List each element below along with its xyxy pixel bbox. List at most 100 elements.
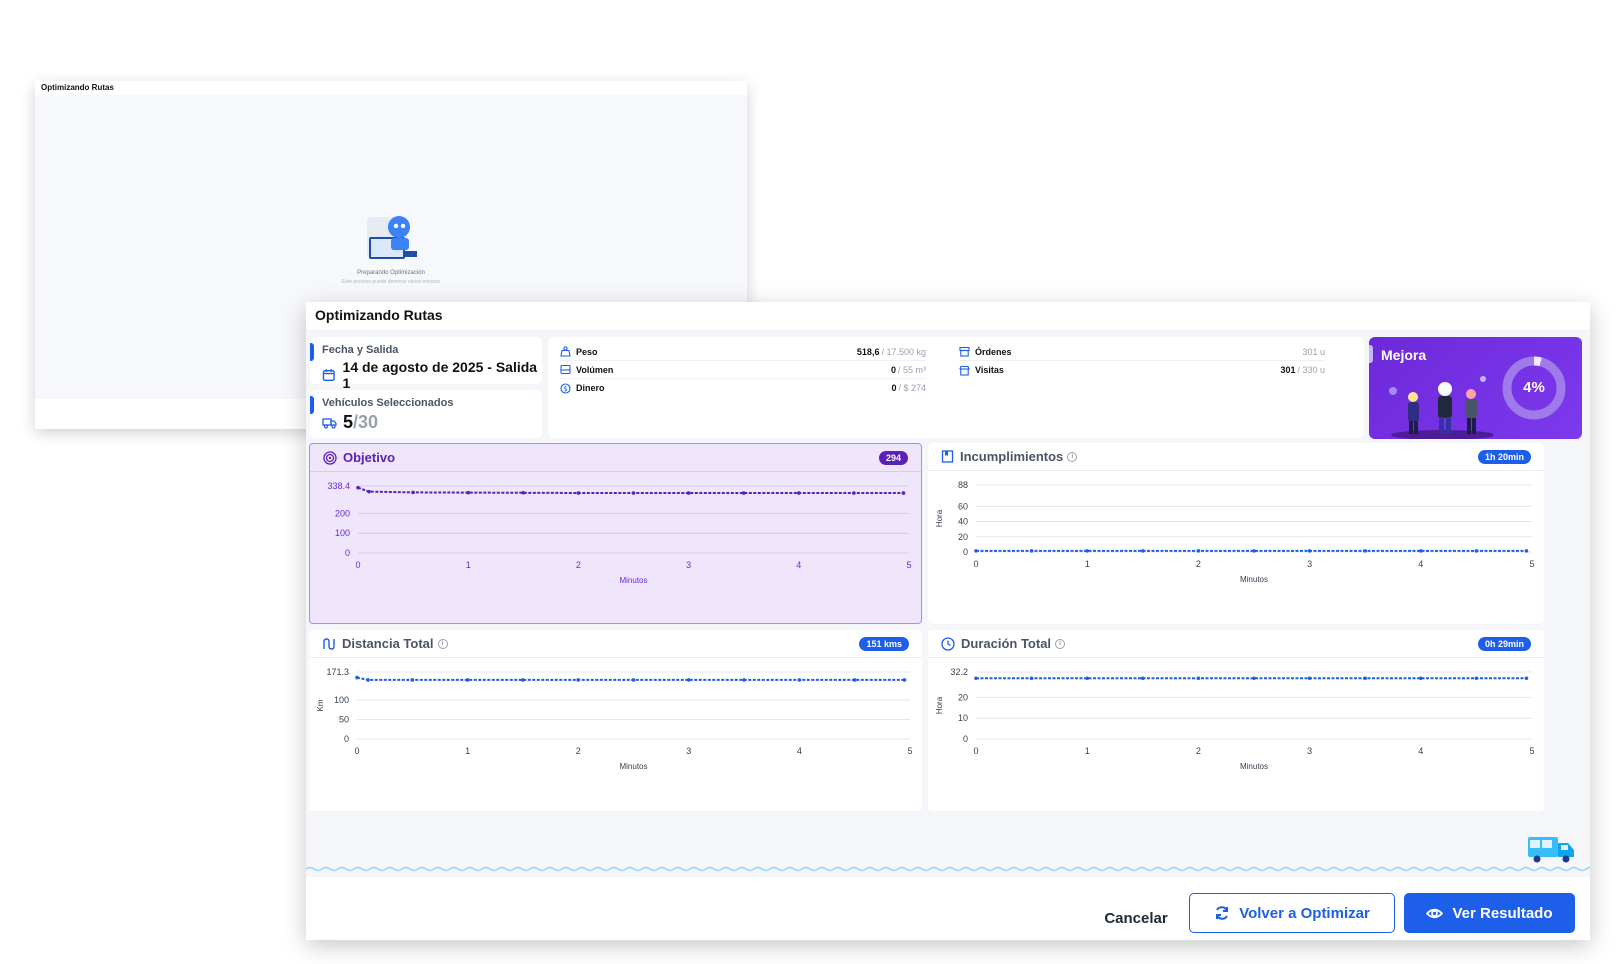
x-tick-label: 1 — [465, 746, 470, 756]
chart-distancia-header: Distancia Total i 151 kms — [309, 630, 922, 658]
y-tick-label: 10 — [958, 713, 968, 723]
data-point — [1252, 549, 1256, 553]
metric-peso: Peso 518,6 / 17.500 kg — [560, 343, 926, 361]
x-tick-label: 2 — [1196, 746, 1201, 756]
data-point — [797, 678, 802, 682]
x-tick-label: 3 — [1307, 746, 1312, 756]
data-point — [631, 678, 636, 682]
x-tick-label: 1 — [1085, 559, 1090, 569]
y-tick-label: 338.4 — [327, 481, 350, 491]
x-tick-label: 4 — [797, 746, 802, 756]
metric-volumen-name: Volúmen — [576, 364, 614, 375]
y-tick-label: 88 — [958, 480, 968, 490]
data-point — [1196, 549, 1201, 553]
volume-icon — [560, 364, 571, 375]
date-value: 14 de agosto de 2025 - Salida 1 — [342, 359, 538, 391]
calendar-icon — [322, 369, 335, 381]
data-point — [366, 678, 370, 682]
vehicles-total: /30 — [353, 412, 379, 432]
metric-dinero-name: Dinero — [576, 383, 605, 393]
metric-peso-name: Peso — [576, 346, 598, 357]
metric-volumen: Volúmen 0 / 55 m³ — [560, 361, 926, 379]
data-point — [1524, 676, 1529, 681]
x-tick-label: 2 — [1196, 559, 1201, 569]
y-tick-label: 171.3 — [326, 667, 349, 677]
delivery-truck-icon — [1528, 837, 1574, 863]
target-icon — [323, 450, 337, 465]
eye-icon — [1426, 908, 1444, 918]
y-axis-label: Km — [316, 699, 325, 711]
improvement-accent — [1369, 345, 1373, 363]
bookmark-icon — [941, 450, 954, 463]
metrics-right-column: Órdenes 301 u Visitas 301 / 330 u — [959, 343, 1325, 379]
y-tick-label: 50 — [339, 714, 349, 724]
team-illustration-icon — [1389, 376, 1493, 439]
view-result-button[interactable]: Ver Resultado — [1404, 893, 1575, 933]
data-point — [797, 491, 801, 495]
capacity-metrics-card: Peso 518,6 / 17.500 kg Volúmen 0 / 55 m³… — [548, 337, 1364, 438]
y-tick-label: 40 — [958, 517, 968, 527]
x-tick-label: 0 — [354, 746, 359, 756]
store-icon — [959, 365, 970, 376]
metrics-left-column: Peso 518,6 / 17.500 kg Volúmen 0 / 55 m³… — [560, 343, 926, 397]
x-tick-label: 0 — [973, 746, 978, 756]
improvement-value: 4% — [1523, 379, 1545, 396]
progress-wave — [306, 837, 1590, 872]
dialog-title: Optimizando Rutas — [306, 302, 1590, 331]
x-tick-label: 5 — [906, 560, 911, 570]
y-tick-label: 20 — [958, 692, 968, 702]
chart-distancia-badge: 151 kms — [859, 636, 909, 651]
chart-objetivo-title: Objetivo — [343, 450, 396, 465]
x-axis-label: Minutos — [619, 762, 647, 771]
metric-dinero: $ Dinero 0 / $ 274 — [560, 379, 926, 397]
metric-visitas-value: 301 — [1280, 365, 1296, 375]
x-axis-label: Minutos — [1240, 762, 1268, 771]
data-point — [1363, 549, 1367, 553]
data-point — [1307, 676, 1312, 681]
data-point — [521, 678, 525, 682]
x-tick-label: 3 — [686, 746, 691, 756]
weight-icon — [560, 346, 571, 357]
chart-duracion-title: Duración Total — [961, 636, 1052, 651]
data-point — [521, 491, 526, 495]
data-point — [852, 491, 856, 495]
route-icon — [323, 637, 335, 650]
info-icon[interactable]: i — [1055, 638, 1066, 649]
chart-incumplimientos-plot: 88 60 40 20 00 1 2 3 4 5 Minutos Hora — [935, 480, 1535, 584]
data-point — [1419, 676, 1423, 681]
chart-incumplimientos: Incumplimientos i 1h 20min 88 60 40 20 0 0 1 2 3… — [928, 443, 1544, 624]
data-point — [631, 491, 636, 495]
refresh-icon — [1216, 906, 1229, 920]
data-point — [902, 678, 907, 682]
x-tick-label: 4 — [1418, 559, 1423, 569]
reoptimize-button[interactable]: Volver a Optimizar — [1189, 893, 1395, 933]
x-tick-label: 5 — [1529, 746, 1534, 756]
data-point — [1363, 676, 1367, 681]
y-tick-label: 60 — [958, 501, 968, 511]
data-point — [576, 491, 581, 495]
y-tick-label: 100 — [335, 528, 350, 538]
data-point — [1419, 549, 1423, 553]
chart-distancia-title: Distancia Total — [342, 636, 434, 651]
y-axis-label: Hora — [935, 509, 944, 527]
metric-visitas-limit: / 330 u — [1297, 365, 1325, 375]
y-tick-label: 0 — [963, 547, 968, 557]
info-icon[interactable]: i — [437, 638, 448, 649]
data-point — [1474, 549, 1479, 553]
cancel-button[interactable]: Cancelar — [1088, 898, 1184, 938]
data-point — [1085, 676, 1089, 681]
data-point — [465, 678, 470, 682]
chart-duracion-header: Duración Total i 0h 29min — [928, 630, 1544, 658]
dialog-footer — [306, 877, 1590, 940]
chart-distancia: Distancia Total i 151 kms 171.3 100 50 0 0 1 2… — [309, 630, 922, 811]
y-tick-label: 100 — [334, 695, 349, 705]
info-icon[interactable]: i — [1067, 451, 1078, 462]
metric-ordenes: Órdenes 301 u — [959, 343, 1325, 361]
chart-incumplimientos-title: Incumplimientos — [960, 449, 1064, 464]
data-point — [1029, 676, 1034, 681]
data-point — [1307, 549, 1312, 553]
reoptimize-label: Volver a Optimizar — [1239, 904, 1370, 922]
vehicles-label: Vehículos Seleccionados — [322, 397, 454, 409]
x-axis-label: Minutos — [619, 576, 647, 585]
metric-dinero-limit: / $ 274 — [898, 383, 926, 393]
